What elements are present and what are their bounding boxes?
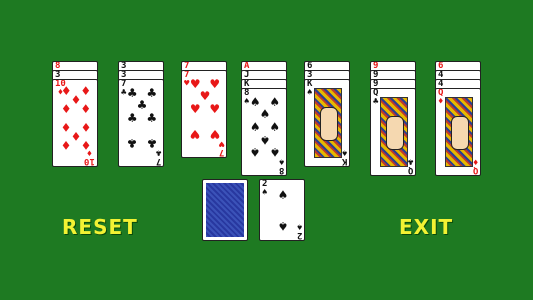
- spade-icon: ♠: [259, 107, 271, 122]
- card[interactable]: 8 ♠ ♠ ♠ ♠ ♠ ♠ ♠ ♠ ♠ 8 ♠: [241, 88, 287, 176]
- card[interactable]: 7 ♣ ♣ ♣ ♣ ♣ ♣ ♣ ♣ 7 ♣: [118, 79, 164, 167]
- spade-icon: ♠: [307, 88, 313, 98]
- diamond-icon: ♦: [60, 138, 72, 152]
- card-rank-bottom: K: [341, 156, 347, 166]
- club-icon: ♣: [126, 111, 138, 125]
- club-icon: ♣: [136, 98, 148, 113]
- card-back-icon: [206, 183, 244, 237]
- club-icon: ♣: [126, 85, 138, 100]
- club-icon: ♣: [155, 147, 161, 157]
- card-rank-bottom: 7: [155, 156, 161, 166]
- diamond-icon: ♦: [438, 97, 444, 107]
- card[interactable]: Q ♣ Q ♣: [370, 88, 416, 176]
- heart-icon: ♥: [199, 89, 211, 104]
- card[interactable]: K ♠ K ♠: [304, 79, 350, 167]
- diamond-icon: ♦: [60, 102, 72, 116]
- tableau: 8♦3♣10♦♦♦♦♦♦♦♦♦♦♦10♦3♠3♠7♣♣♣♣♣♣♣♣7♣7♦7♥♥…: [0, 0, 533, 300]
- heart-icon: ♥: [209, 102, 221, 116]
- face-card-art: [445, 97, 473, 167]
- club-icon: ♣: [146, 111, 158, 125]
- face-card-art: [314, 88, 342, 158]
- spade-icon: ♠: [249, 145, 261, 160]
- club-icon: ♣: [146, 85, 158, 100]
- spade-icon: ♠: [259, 132, 271, 147]
- stock-pile[interactable]: [202, 179, 248, 241]
- heart-icon: ♥: [189, 127, 201, 142]
- heart-icon: ♥: [209, 76, 221, 91]
- card-rank-bottom: 10: [84, 156, 95, 166]
- spade-icon: ♠: [277, 188, 289, 202]
- heart-icon: ♥: [189, 76, 201, 91]
- spade-icon: ♠: [269, 94, 281, 109]
- club-icon: ♣: [126, 136, 138, 151]
- heart-icon: ♥: [189, 102, 201, 116]
- spade-icon: ♠: [249, 94, 261, 109]
- waste-suit-bottom-icon: ♠: [296, 221, 302, 231]
- card[interactable]: 7 ♥ ♥ ♥ ♥ ♥ ♥ ♥ ♥ 7 ♥: [181, 70, 227, 158]
- waste-card[interactable]: 2 ♠ ♠ ♠ 2 ♠: [259, 179, 305, 241]
- card-rank-bottom: 7: [218, 147, 224, 157]
- club-icon: ♣: [373, 97, 379, 107]
- exit-button[interactable]: EXIT: [399, 215, 453, 239]
- card-rank-bottom: Q: [407, 165, 413, 175]
- diamond-icon: ♦: [472, 156, 478, 166]
- heart-icon: ♥: [218, 138, 224, 148]
- spade-icon: ♠: [269, 120, 281, 134]
- face-card-art: [380, 97, 408, 167]
- waste-suit-icon: ♠: [262, 188, 268, 198]
- card-rank-bottom: 8: [278, 165, 284, 175]
- card[interactable]: Q ♦ Q ♦: [435, 88, 481, 176]
- spade-icon: ♠: [249, 120, 261, 134]
- diamond-icon: ♦: [80, 102, 92, 116]
- spade-icon: ♠: [341, 147, 347, 157]
- card[interactable]: 10 ♦ ♦ ♦ ♦ ♦ ♦ ♦ ♦ ♦ ♦ ♦ 10 ♦: [52, 79, 98, 167]
- diamond-icon: ♦: [86, 147, 93, 157]
- card-rank-bottom: Q: [472, 165, 478, 175]
- club-icon: ♣: [407, 156, 413, 166]
- spade-icon: ♠: [278, 156, 284, 166]
- reset-button[interactable]: RESET: [62, 215, 138, 239]
- waste-rank-bottom: 2: [296, 230, 302, 240]
- spade-icon: ♠: [277, 219, 289, 233]
